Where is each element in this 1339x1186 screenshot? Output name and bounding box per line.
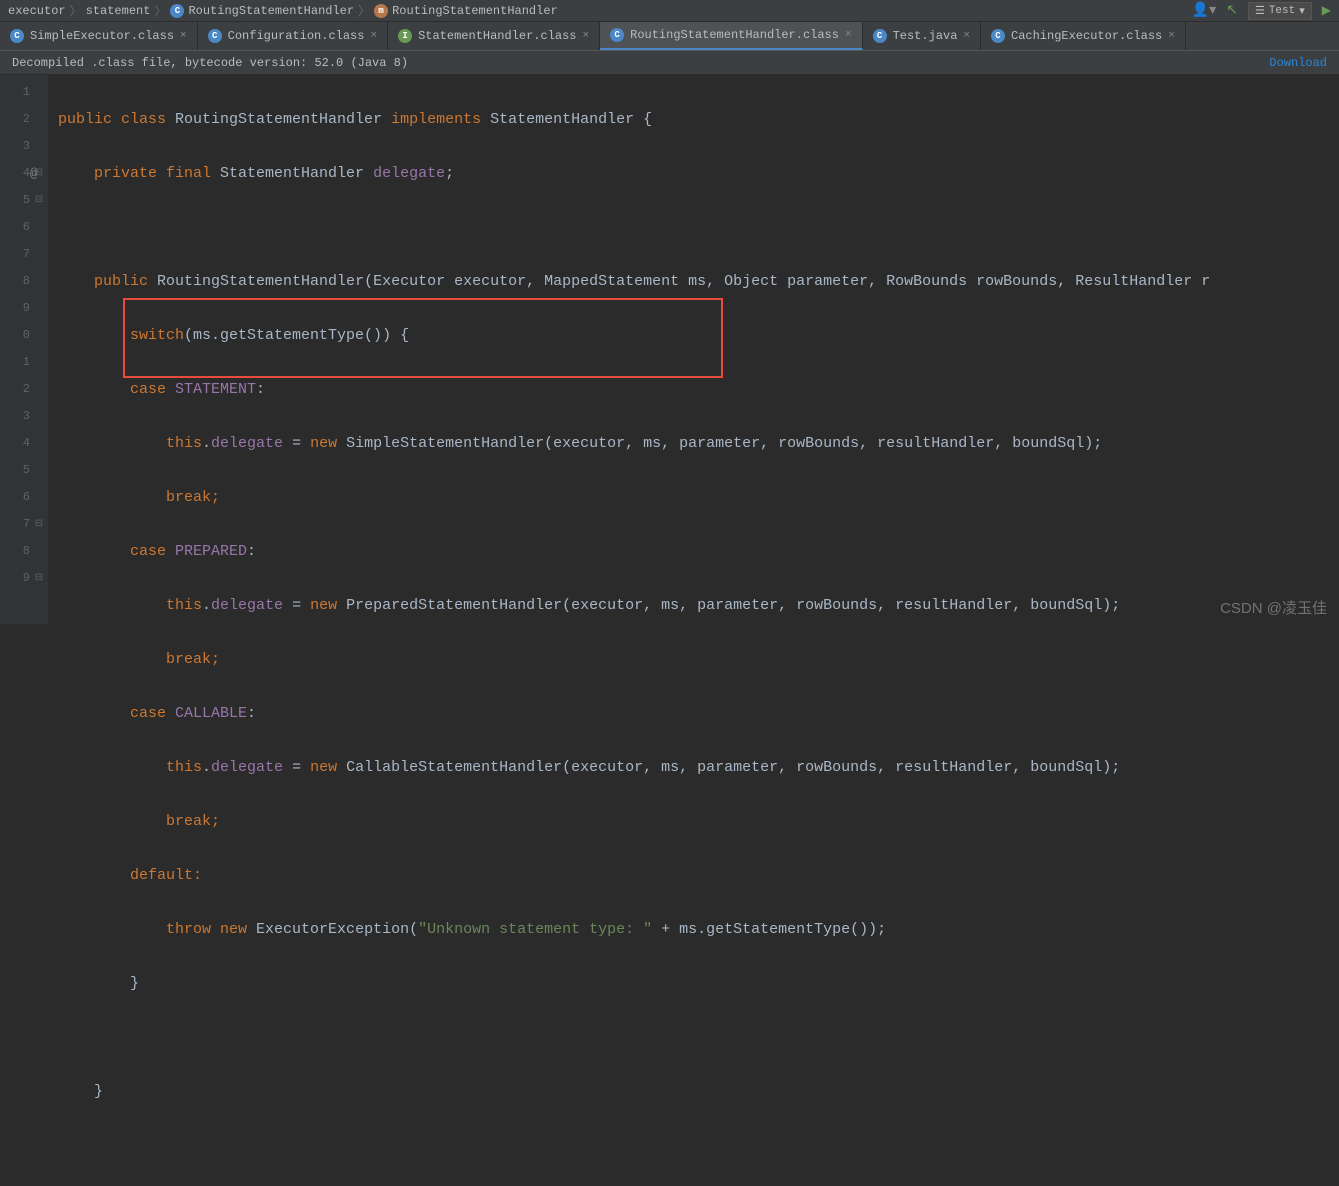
line-number: 4 xyxy=(23,436,30,450)
class-icon: C xyxy=(610,28,624,42)
line-number: 7 xyxy=(23,247,30,261)
toolbar-right: 👤▾ ↖ ☰ Test ▾ ▶ xyxy=(1192,2,1339,20)
run-config-icon: ☰ xyxy=(1255,4,1265,18)
method-icon: m xyxy=(374,4,388,18)
line-number: 9 xyxy=(23,301,30,315)
user-icon[interactable]: 👤▾ xyxy=(1192,2,1216,19)
tab-simple-executor[interactable]: C SimpleExecutor.class × xyxy=(0,22,198,50)
class-icon: C xyxy=(991,29,1005,43)
tab-label: SimpleExecutor.class xyxy=(30,29,174,43)
code-editor[interactable]: 1 2 3 @4 5 6 7 8 9 0 1 2 3 4 5 6 7 8 9 ⊟… xyxy=(0,75,1339,624)
toolbar: executor 〉 statement 〉 C RoutingStatement… xyxy=(0,0,1339,22)
line-number: 8 xyxy=(23,544,30,558)
tab-configuration[interactable]: C Configuration.class × xyxy=(198,22,388,50)
line-number: 3 xyxy=(23,409,30,423)
line-number: 8 xyxy=(23,274,30,288)
line-number: 5 xyxy=(23,463,30,477)
editor-tabs: C SimpleExecutor.class × C Configuration.cl… xyxy=(0,22,1339,51)
watermark: CSDN @凌玉佳 xyxy=(1220,597,1327,618)
run-icon[interactable]: ▶ xyxy=(1322,3,1331,18)
line-number: 7 xyxy=(23,517,30,531)
run-config-select[interactable]: ☰ Test ▾ xyxy=(1248,2,1312,20)
class-icon: C xyxy=(208,29,222,43)
breadcrumb-item[interactable]: RoutingStatementHandler xyxy=(392,4,558,18)
tab-label: CachingExecutor.class xyxy=(1011,29,1162,43)
close-icon[interactable]: × xyxy=(370,30,377,42)
line-number: 0 xyxy=(23,328,30,342)
chevron-down-icon: ▾ xyxy=(1299,4,1305,18)
decompile-banner: Decompiled .class file, bytecode version… xyxy=(0,51,1339,75)
breadcrumb[interactable]: executor 〉 statement 〉 C RoutingStatement… xyxy=(0,2,558,19)
tab-label: Configuration.class xyxy=(228,29,365,43)
chevron-right-icon: 〉 xyxy=(70,2,82,19)
line-number: 3 xyxy=(23,139,30,153)
build-icon[interactable]: ↖ xyxy=(1226,2,1238,19)
tab-label: StatementHandler.class xyxy=(418,29,576,43)
breadcrumb-item[interactable]: executor xyxy=(8,4,66,18)
fold-end-icon[interactable]: ⊟ xyxy=(32,511,46,538)
banner-text: Decompiled .class file, bytecode version… xyxy=(12,56,408,70)
close-icon[interactable]: × xyxy=(1168,30,1175,42)
download-sources-link[interactable]: Download xyxy=(1269,56,1327,70)
line-gutter: 1 2 3 @4 5 6 7 8 9 0 1 2 3 4 5 6 7 8 9 ⊟… xyxy=(0,75,48,624)
chevron-right-icon: 〉 xyxy=(154,2,166,19)
line-number: 4 xyxy=(23,166,30,180)
line-number: 6 xyxy=(23,220,30,234)
fold-icon[interactable]: ⊟ xyxy=(32,160,46,187)
fold-icon[interactable]: ⊟ xyxy=(32,187,46,214)
class-icon: C xyxy=(873,29,887,43)
breadcrumb-item[interactable]: statement xyxy=(86,4,151,18)
tab-statement-handler[interactable]: I StatementHandler.class × xyxy=(388,22,600,50)
chevron-right-icon: 〉 xyxy=(358,2,370,19)
line-number: 1 xyxy=(23,355,30,369)
code-area[interactable]: public class RoutingStatementHandler imp… xyxy=(48,75,1339,624)
close-icon[interactable]: × xyxy=(963,30,970,42)
line-number: 2 xyxy=(23,112,30,126)
class-icon: C xyxy=(170,4,184,18)
tab-caching-executor[interactable]: C CachingExecutor.class × xyxy=(981,22,1186,50)
tab-label: Test.java xyxy=(893,29,958,43)
tab-test[interactable]: C Test.java × xyxy=(863,22,981,50)
breadcrumb-item[interactable]: RoutingStatementHandler xyxy=(188,4,354,18)
line-number: 1 xyxy=(23,85,30,99)
close-icon[interactable]: × xyxy=(180,30,187,42)
run-config-label: Test xyxy=(1269,5,1295,17)
fold-end-icon[interactable]: ⊟ xyxy=(32,565,46,592)
tab-label: RoutingStatementHandler.class xyxy=(630,28,839,42)
line-number: 9 xyxy=(23,571,30,585)
line-number: 6 xyxy=(23,490,30,504)
tab-routing-statement-handler[interactable]: C RoutingStatementHandler.class × xyxy=(600,22,862,50)
close-icon[interactable]: × xyxy=(845,29,852,41)
gutter-fold-icons: ⊟ ⊟ ⊟ ⊟ xyxy=(32,79,46,592)
interface-icon: I xyxy=(398,29,412,43)
class-icon: C xyxy=(10,29,24,43)
close-icon[interactable]: × xyxy=(583,30,590,42)
line-number: 5 xyxy=(23,193,30,207)
line-number: 2 xyxy=(23,382,30,396)
